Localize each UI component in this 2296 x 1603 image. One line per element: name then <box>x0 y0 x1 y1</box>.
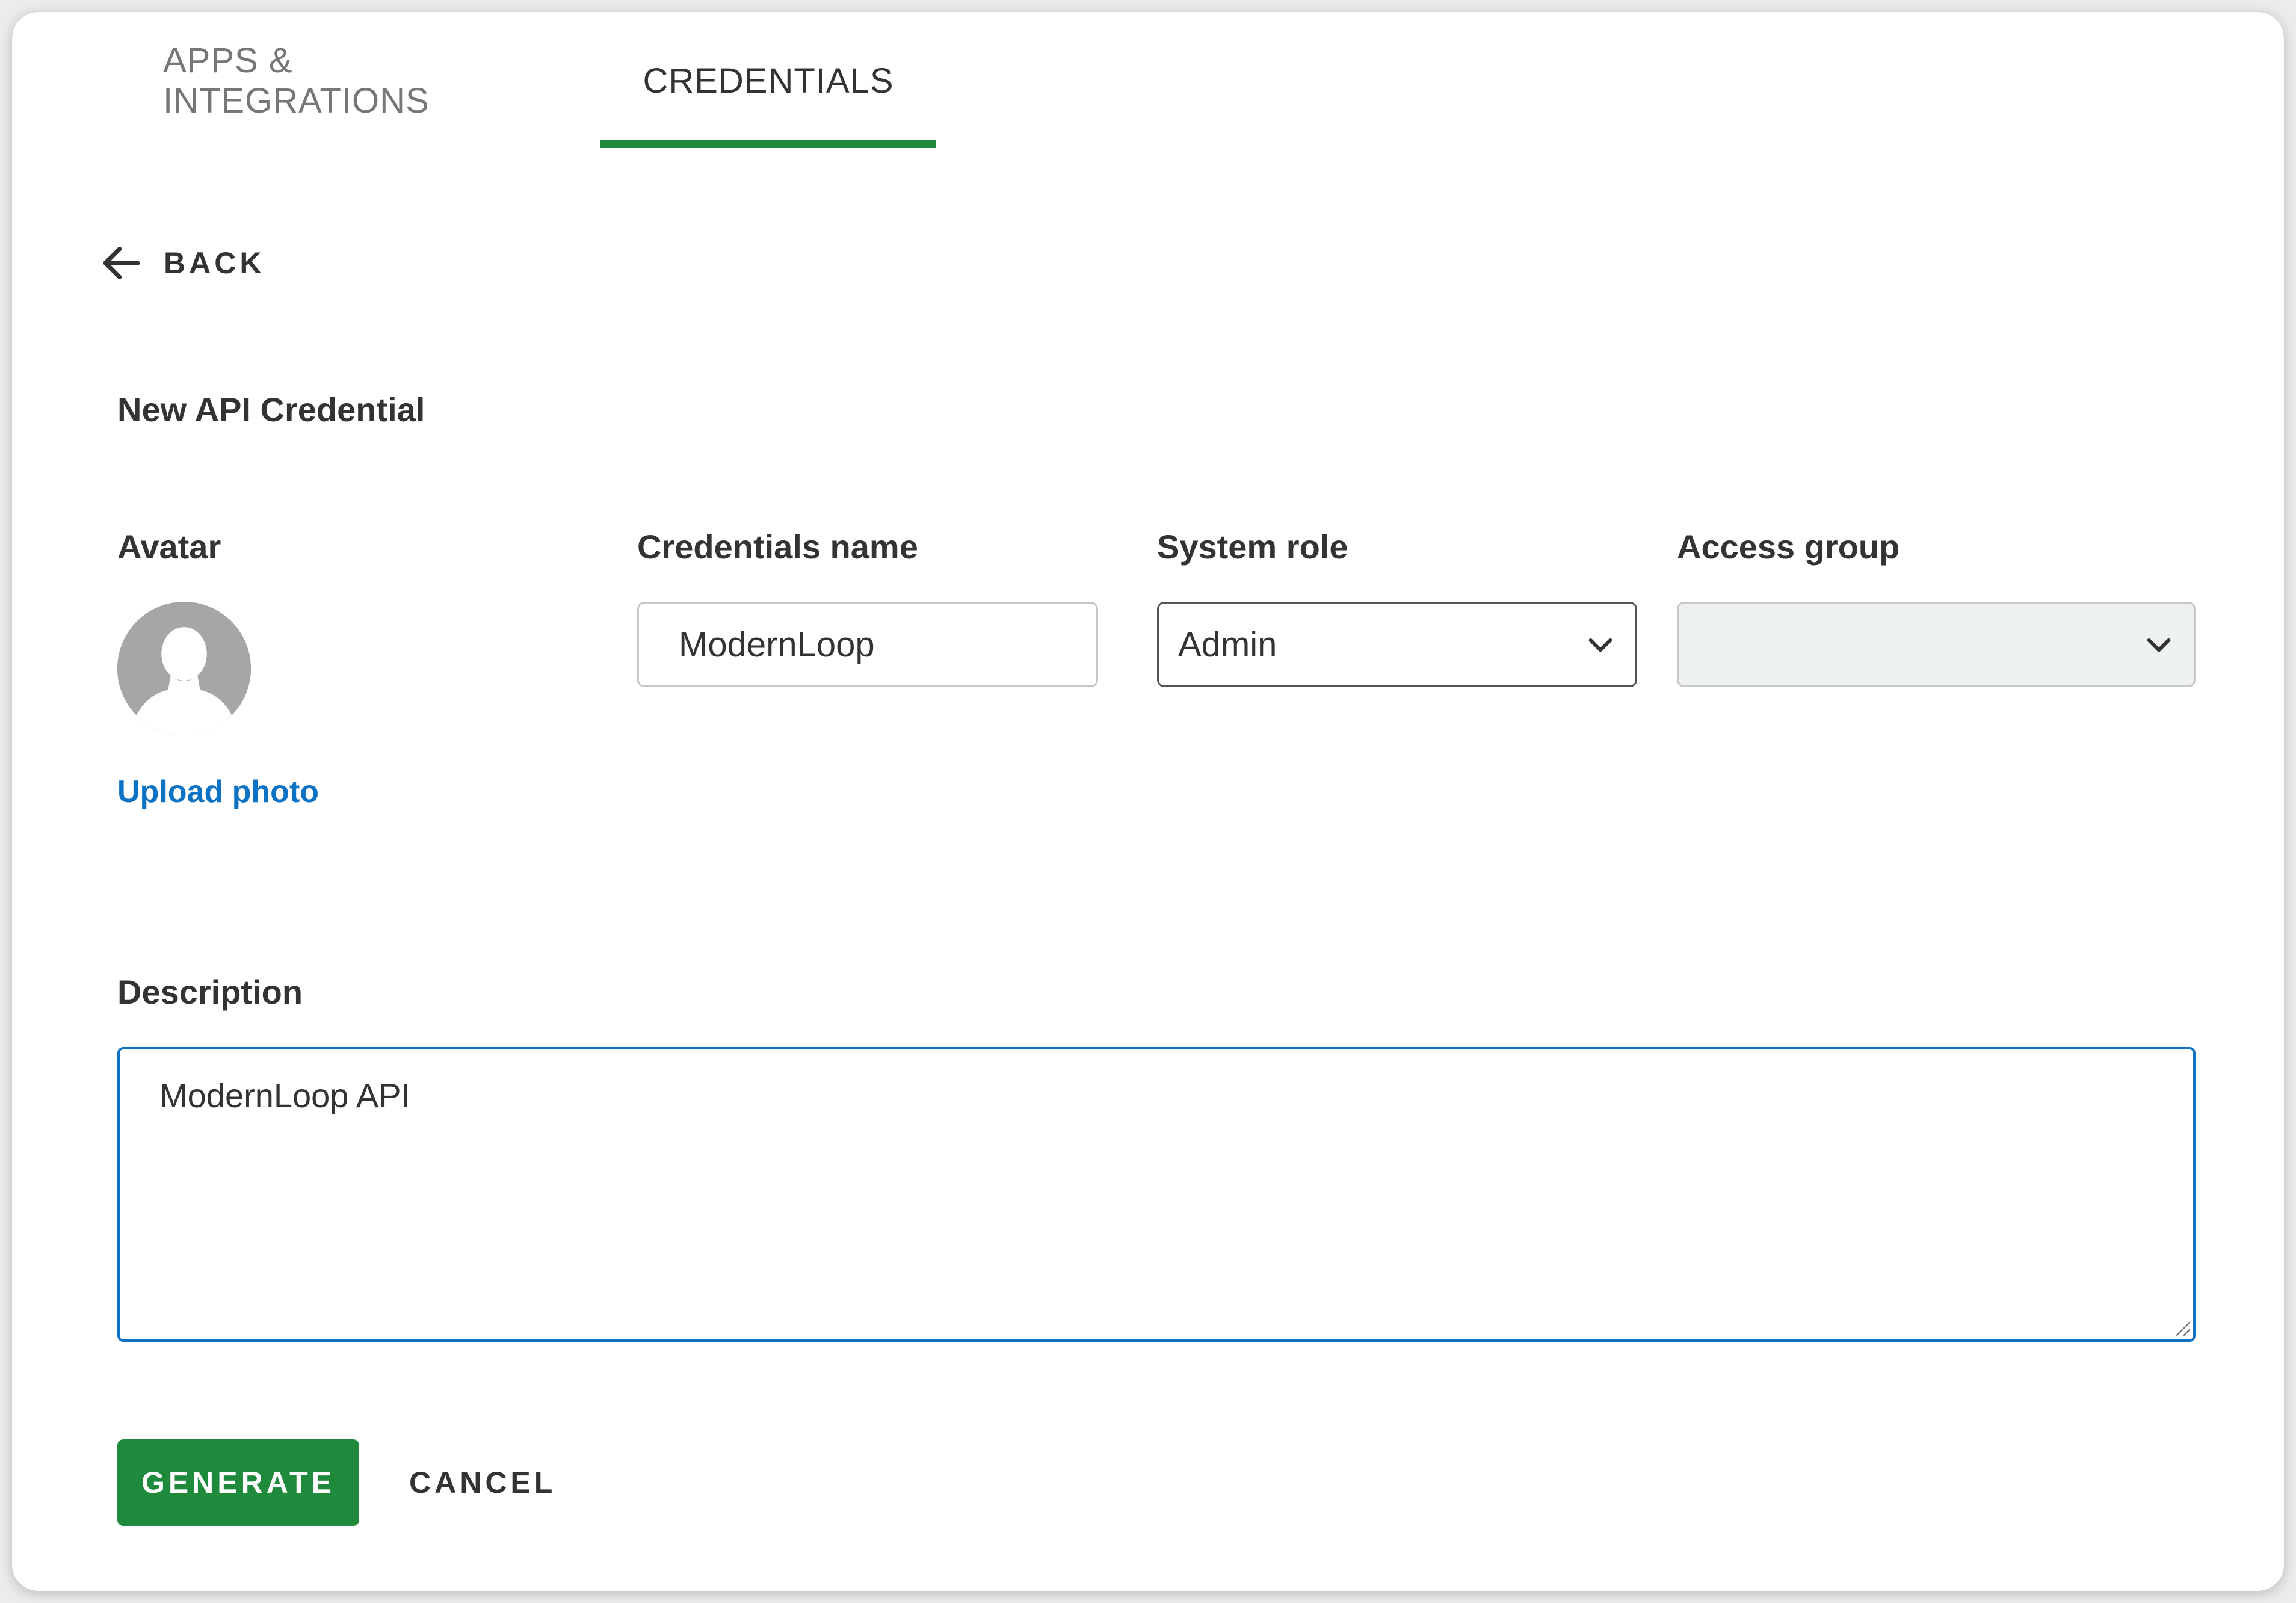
system-role-label: System role <box>1157 528 1348 566</box>
chevron-down-icon <box>1584 628 1617 661</box>
description-textarea[interactable]: ModernLoop API <box>117 1047 2196 1342</box>
description-label: Description <box>117 973 303 1011</box>
tab-bar: APPS & INTEGRATIONS CREDENTIALS <box>12 12 2284 149</box>
page-title: New API Credential <box>117 391 425 428</box>
tab-apps-integrations[interactable]: APPS & INTEGRATIONS <box>163 12 552 149</box>
avatar <box>117 602 251 735</box>
back-button[interactable]: BACK <box>97 236 265 290</box>
arrow-left-icon <box>97 239 146 287</box>
upload-photo-link[interactable]: Upload photo <box>117 774 319 810</box>
cancel-button[interactable]: CANCEL <box>409 1439 556 1526</box>
user-silhouette-icon <box>117 602 251 735</box>
generate-button[interactable]: GENERATE <box>117 1439 359 1526</box>
tab-credentials[interactable]: CREDENTIALS <box>600 12 936 149</box>
back-label: BACK <box>164 246 265 280</box>
avatar-label: Avatar <box>117 528 221 566</box>
system-role-value: Admin <box>1178 625 1277 664</box>
chevron-down-icon <box>2142 628 2176 661</box>
resize-handle-icon[interactable] <box>2173 1319 2191 1337</box>
active-tab-indicator <box>600 140 936 148</box>
access-group-label: Access group <box>1677 528 1900 566</box>
credentials-name-label: Credentials name <box>637 528 918 566</box>
access-group-select[interactable] <box>1677 602 2196 687</box>
credentials-name-input[interactable] <box>637 602 1098 687</box>
system-role-select[interactable]: Admin <box>1157 602 1637 687</box>
credentials-panel: APPS & INTEGRATIONS CREDENTIALS BACK New… <box>12 12 2284 1591</box>
